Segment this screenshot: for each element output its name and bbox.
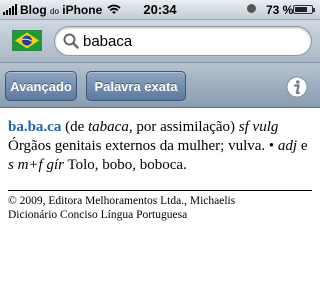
- advanced-button[interactable]: Avançado: [5, 71, 77, 101]
- rotation-lock-icon: [247, 4, 256, 13]
- battery-level: [295, 7, 307, 12]
- search-field[interactable]: [54, 26, 312, 56]
- entry-text: e: [297, 138, 308, 154]
- entry-grammar: s m+f gír: [8, 157, 64, 173]
- copyright-line: © 2009, Editora Melhoramentos Ltda., Mic…: [8, 195, 236, 207]
- exact-word-button-label: Palavra exata: [94, 78, 178, 94]
- signal-bars-icon: [3, 4, 17, 15]
- entry-definition: Tolo, bobo, boboca.: [63, 157, 187, 173]
- battery-percent: 73 %: [266, 3, 294, 17]
- entry-grammar: sf vulg: [238, 119, 279, 135]
- divider: [8, 190, 312, 191]
- search-bar: [0, 20, 320, 63]
- entry-definition: Órgãos genitais externos da mulher; vulv…: [8, 138, 278, 154]
- entry-text: (de: [61, 119, 88, 135]
- toolbar: Avançado Palavra exata: [0, 63, 320, 108]
- copyright-line: Dicionário Conciso Língua Portuguesa: [8, 209, 188, 221]
- battery-icon: [293, 5, 315, 14]
- carrier-name: Blog do iPhone: [20, 2, 103, 17]
- dictionary-entry: ba.ba.ca (de tabaca, por assimilação) sf…: [8, 118, 312, 175]
- entry-etymology: tabaca: [88, 119, 129, 135]
- entry-grammar: adj: [277, 138, 298, 154]
- entry-headword: ba.ba.ca: [8, 119, 62, 135]
- entry-text: , por assimilação): [128, 119, 239, 135]
- search-input[interactable]: [83, 31, 303, 51]
- advanced-button-label: Avançado: [10, 78, 72, 94]
- copyright-notice: © 2009, Editora Melhoramentos Ltda., Mic…: [8, 194, 312, 222]
- info-icon[interactable]: [286, 76, 308, 98]
- wifi-icon: [107, 4, 121, 14]
- exact-word-button[interactable]: Palavra exata: [86, 71, 186, 101]
- status-bar: Blog do iPhone 20:34 73 %: [0, 0, 320, 20]
- search-icon: [63, 33, 79, 49]
- brazil-flag-icon[interactable]: [12, 30, 42, 51]
